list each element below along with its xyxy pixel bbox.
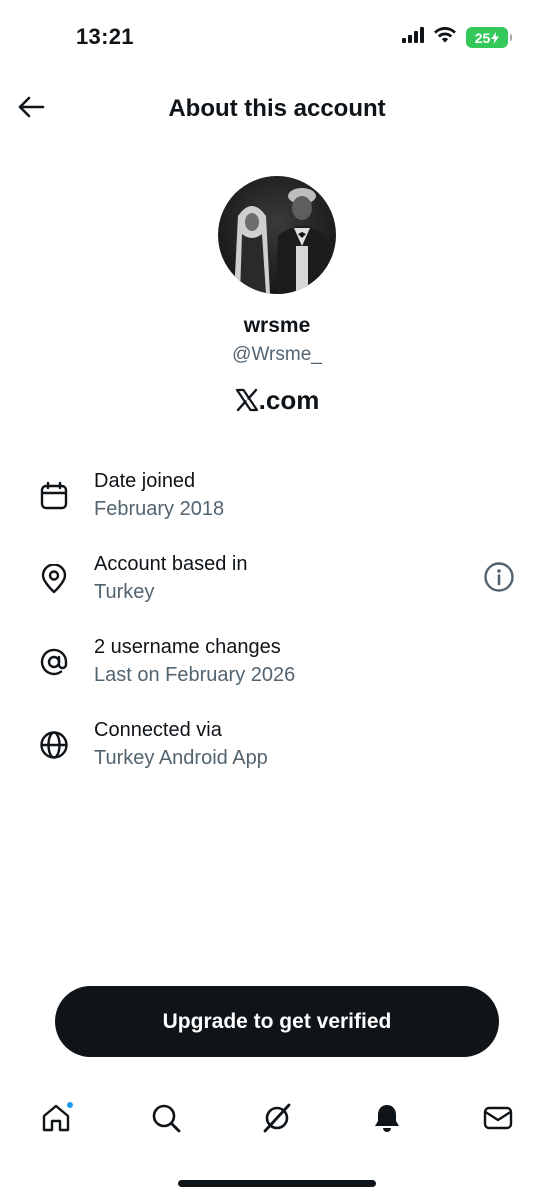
search-icon [150,1102,182,1139]
info-label: Connected via [94,719,222,741]
signal-icon [402,27,424,48]
info-value: Last on February 2026 [94,664,296,686]
wifi-icon [433,26,457,49]
info-value: Turkey Android App [94,747,268,769]
bottom-nav [0,1090,554,1150]
avatar[interactable] [218,176,336,294]
calendar-icon [36,478,72,514]
notification-dot [65,1100,75,1110]
x-logo-icon [235,385,259,416]
account-info-list: Date joined February 2018 Account based … [0,466,554,798]
info-row-account-based-in: Account based in Turkey [0,549,554,632]
platform-label: .com [0,385,554,416]
status-time: 13:21 [76,24,134,49]
page-title: About this account [168,95,386,122]
battery-level: 25 [474,29,491,46]
nav-grok[interactable] [255,1098,299,1142]
info-label: Date joined [94,470,196,492]
status-bar: 13:21 25 [0,0,554,70]
at-sign-icon [36,644,72,680]
info-row-connected-via: Connected via Turkey Android App [0,715,554,798]
nav-home[interactable] [34,1098,78,1142]
info-label: Account based in [94,553,248,575]
nav-search[interactable] [144,1098,188,1142]
platform-domain: .com [258,385,320,415]
globe-icon [36,727,72,763]
account-location-info-button[interactable] [482,561,516,598]
username-handle: @Wrsme_ [232,344,322,365]
upgrade-verified-button[interactable]: Upgrade to get verified [55,986,499,1057]
nav-messages[interactable] [476,1098,520,1142]
status-icons: 25 [402,26,512,49]
header: About this account [0,80,554,138]
grok-icon [260,1101,294,1140]
info-value: February 2018 [94,498,225,520]
battery-icon: 25 [466,27,512,48]
home-indicator [178,1180,376,1187]
info-value: Turkey [94,581,155,603]
info-label: 2 username changes [94,636,281,658]
location-pin-icon [36,561,72,597]
notifications-bell-icon [371,1102,403,1139]
info-row-username-changes: 2 username changes Last on February 2026 [0,632,554,715]
info-row-date-joined: Date joined February 2018 [0,466,554,549]
display-name: wrsme [243,314,311,337]
nav-notifications[interactable] [365,1098,409,1142]
info-icon [483,561,515,598]
messages-icon [482,1102,514,1139]
